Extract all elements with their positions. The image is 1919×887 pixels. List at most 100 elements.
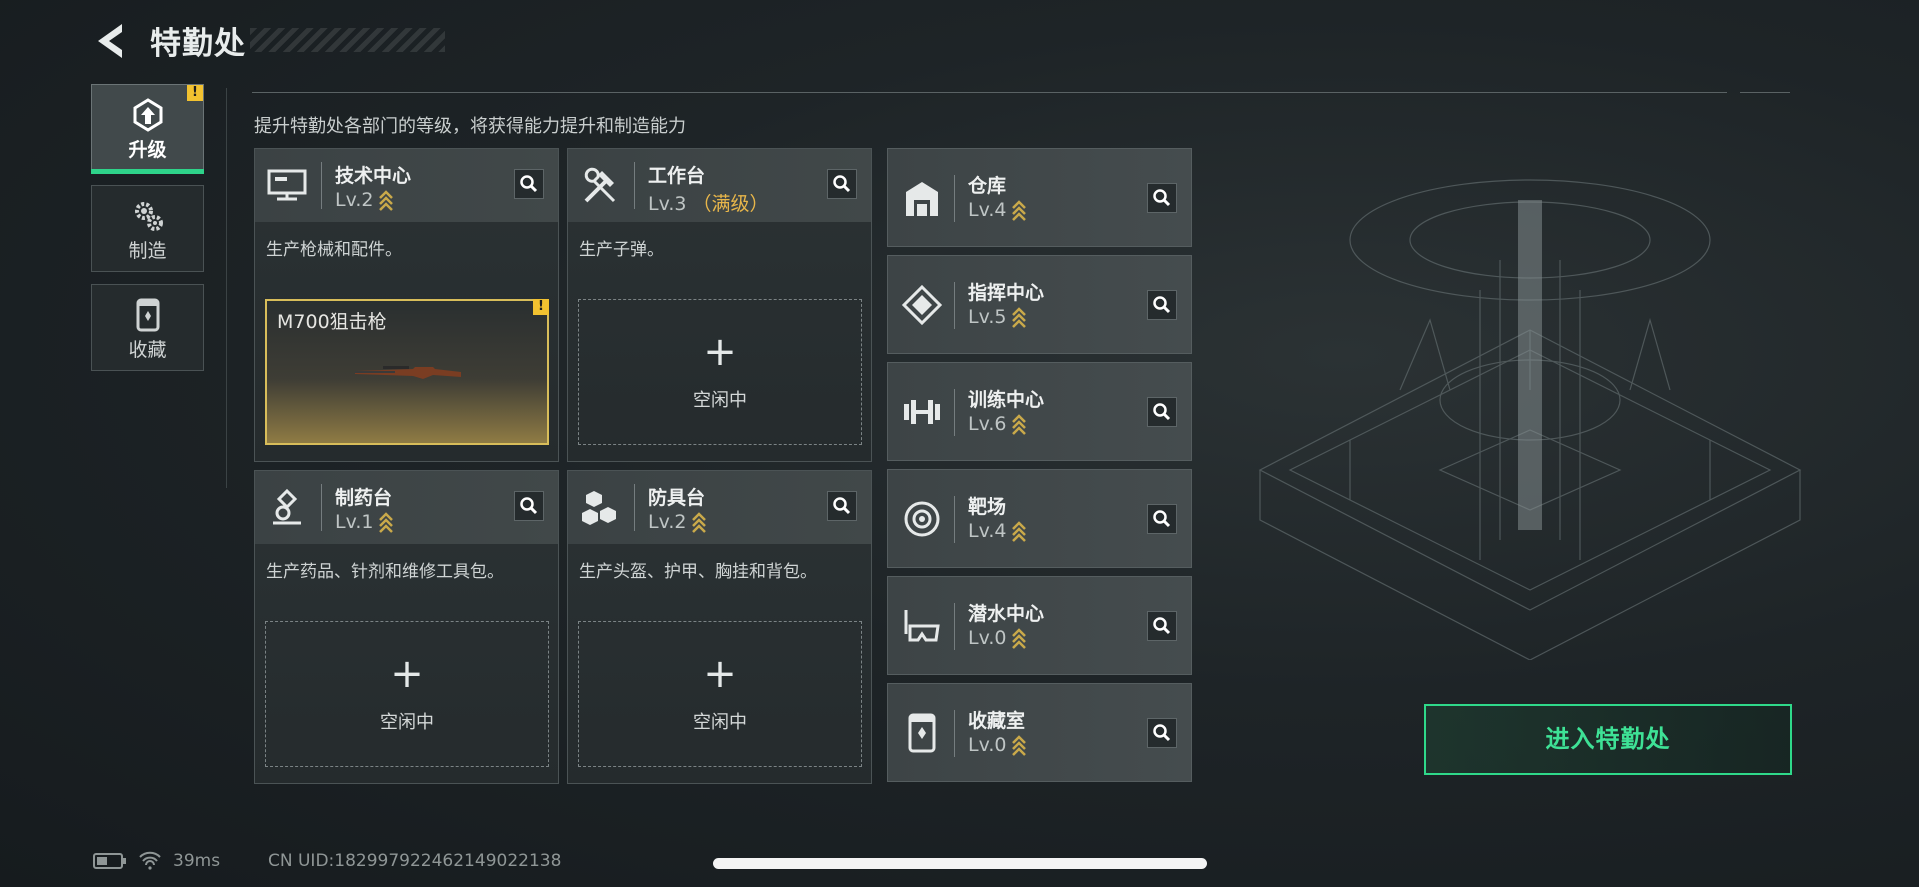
target-icon — [904, 501, 940, 537]
card-separator — [634, 484, 635, 531]
max-level-tag: （满级） — [692, 193, 769, 215]
card-header: 技术中心 Lv.2 — [255, 149, 558, 222]
upgrade-chevron-icon — [1012, 627, 1027, 649]
nav-collection[interactable]: 收藏 — [91, 284, 204, 371]
card-description: 生产药品、针剂和维修工具包。 — [266, 562, 504, 582]
plus-icon: + — [703, 651, 737, 697]
level-text: Lv.0 — [968, 734, 1007, 756]
search-button[interactable] — [1147, 718, 1177, 748]
card-armor-bench: 防具台 Lv.2 生产头盔、护甲、胸挂和背包。 + 空闲中 — [567, 470, 872, 784]
magnifier-icon — [1153, 189, 1171, 207]
facility-name: 潜水中心 — [968, 603, 1045, 625]
search-button[interactable] — [827, 491, 857, 521]
level-text: Lv.6 — [968, 413, 1007, 435]
facility-name: 仓库 — [968, 175, 1007, 197]
facility-training-center[interactable]: 训练中心 Lv.6 — [887, 362, 1192, 461]
upgrade-chevron-icon — [1012, 734, 1027, 756]
magnifier-icon — [1153, 403, 1171, 421]
search-button[interactable] — [1147, 397, 1177, 427]
card-header: 制药台 Lv.1 — [255, 471, 558, 544]
production-slot-active[interactable]: M700狙击枪 ! — [265, 299, 549, 445]
plus-icon: + — [390, 651, 424, 697]
nav-craft[interactable]: 制造 — [91, 185, 204, 272]
search-button[interactable] — [1147, 611, 1177, 641]
microscope-icon — [273, 488, 301, 525]
nav-upgrade[interactable]: 升级 ! — [91, 84, 204, 171]
facility-collection-room[interactable]: 收藏室 Lv.0 — [887, 683, 1192, 782]
production-slot-empty[interactable]: + 空闲中 — [578, 299, 862, 445]
search-button[interactable] — [827, 169, 857, 199]
nav-collection-label: 收藏 — [128, 339, 167, 361]
header-divider — [252, 92, 1727, 93]
upgrade-chevron-icon — [1012, 306, 1027, 328]
facility-level: Lv.6 — [968, 413, 1027, 436]
warning-badge: ! — [187, 85, 203, 101]
production-slot-empty[interactable]: + 空闲中 — [578, 621, 862, 767]
upgrade-chevron-icon — [692, 511, 707, 533]
nav-active-indicator — [91, 169, 204, 174]
slot-status: 空闲中 — [693, 390, 747, 411]
level-text: Lv.3 — [648, 193, 687, 215]
level-text: Lv.0 — [968, 627, 1007, 649]
enter-special-ops-button[interactable]: 进入特勤处 — [1424, 704, 1792, 775]
page-title: 特勤处 — [150, 26, 246, 62]
card-separator — [954, 389, 955, 436]
collection-room-icon — [908, 713, 936, 753]
card-separator — [954, 710, 955, 757]
upgrade-chevron-icon — [1012, 520, 1027, 542]
page-subtitle: 提升特勤处各部门的等级，将获得能力提升和制造能力 — [254, 116, 686, 137]
item-name: M700狙击枪 — [277, 311, 387, 333]
magnifier-icon — [1153, 510, 1171, 528]
upgrade-chevron-icon — [1012, 413, 1027, 435]
facility-level: Lv.5 — [968, 306, 1027, 329]
side-divider — [226, 88, 227, 488]
facility-level: Lv.0 — [968, 734, 1027, 757]
home-indicator-bar[interactable] — [713, 858, 1207, 869]
level-text: Lv.2 — [648, 511, 687, 533]
facility-level: Lv.4 — [968, 520, 1027, 543]
card-separator — [321, 484, 322, 531]
card-level: Lv.1 — [335, 511, 394, 534]
upgrade-chevron-icon — [379, 511, 394, 533]
facility-diving-center[interactable]: 潜水中心 Lv.0 — [887, 576, 1192, 675]
computer-icon — [267, 169, 307, 201]
level-text: Lv.4 — [968, 520, 1007, 542]
dumbbell-icon — [904, 400, 940, 424]
title-decoration — [250, 28, 445, 52]
level-text: Lv.2 — [335, 189, 374, 211]
facility-warehouse[interactable]: 仓库 Lv.4 — [887, 148, 1192, 247]
level-text: Lv.4 — [968, 199, 1007, 221]
header-divider-tick — [1740, 92, 1790, 93]
card-separator — [954, 603, 955, 650]
warning-badge: ! — [533, 299, 549, 315]
facility-name: 指挥中心 — [968, 282, 1045, 304]
magnifier-icon — [1153, 296, 1171, 314]
search-button[interactable] — [1147, 183, 1177, 213]
card-level: Lv.3 （满级） — [648, 189, 769, 216]
ping-value: 39ms — [173, 851, 221, 871]
magnifier-icon — [833, 497, 851, 515]
card-workbench: 工作台 Lv.3 （满级） 生产子弹。 + 空闲中 — [567, 148, 872, 462]
nav-upgrade-label: 升级 — [128, 139, 167, 161]
back-arrow-icon[interactable] — [92, 20, 128, 62]
facility-command-center[interactable]: 指挥中心 Lv.5 — [887, 255, 1192, 354]
card-header: 工作台 Lv.3 （满级） — [568, 149, 871, 222]
search-button[interactable] — [1147, 504, 1177, 534]
diving-mask-icon — [904, 610, 940, 642]
gears-icon — [135, 202, 163, 231]
card-title: 防具台 — [648, 487, 706, 509]
card-description: 生产子弹。 — [579, 240, 664, 260]
level-text: Lv.1 — [335, 511, 374, 533]
search-button[interactable] — [1147, 290, 1177, 320]
sniper-rifle-icon — [355, 366, 461, 379]
card-level: Lv.2 — [648, 511, 707, 534]
search-button[interactable] — [514, 169, 544, 199]
facility-shooting-range[interactable]: 靶场 Lv.4 — [887, 469, 1192, 568]
card-separator — [954, 175, 955, 222]
armor-boxes-icon — [582, 491, 616, 525]
card-level: Lv.2 — [335, 189, 394, 212]
search-button[interactable] — [514, 491, 544, 521]
card-pharmacy: 制药台 Lv.1 生产药品、针剂和维修工具包。 + 空闲中 — [254, 470, 559, 784]
card-header: 防具台 Lv.2 — [568, 471, 871, 544]
production-slot-empty[interactable]: + 空闲中 — [265, 621, 549, 767]
